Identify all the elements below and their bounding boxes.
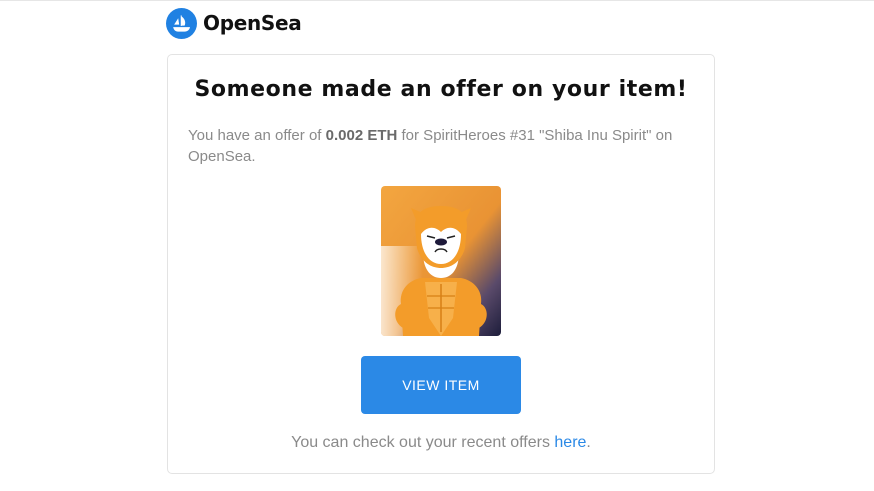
nft-item-image[interactable]: [381, 186, 501, 336]
shiba-character-illustration: [381, 186, 501, 336]
top-divider: [0, 0, 874, 1]
offer-prefix: You have an offer of: [188, 127, 326, 144]
offer-amount: 0.002 ETH: [325, 127, 398, 144]
offer-description: You have an offer of 0.002 ETH for Spiri…: [188, 125, 694, 167]
recent-offers-note: You can check out your recent offers her…: [168, 434, 714, 452]
view-item-button[interactable]: VIEW ITEM: [361, 356, 521, 414]
offer-card: Someone made an offer on your item! You …: [167, 54, 715, 474]
email-title: Someone made an offer on your item!: [194, 77, 688, 102]
footer-prefix: You can check out your recent offers: [291, 434, 555, 451]
recent-offers-link[interactable]: here: [554, 434, 586, 451]
footer-suffix: .: [586, 434, 591, 451]
brand-name: OpenSea: [203, 11, 302, 35]
email-header: OpenSea: [166, 7, 302, 39]
opensea-logo-icon: [166, 7, 197, 39]
